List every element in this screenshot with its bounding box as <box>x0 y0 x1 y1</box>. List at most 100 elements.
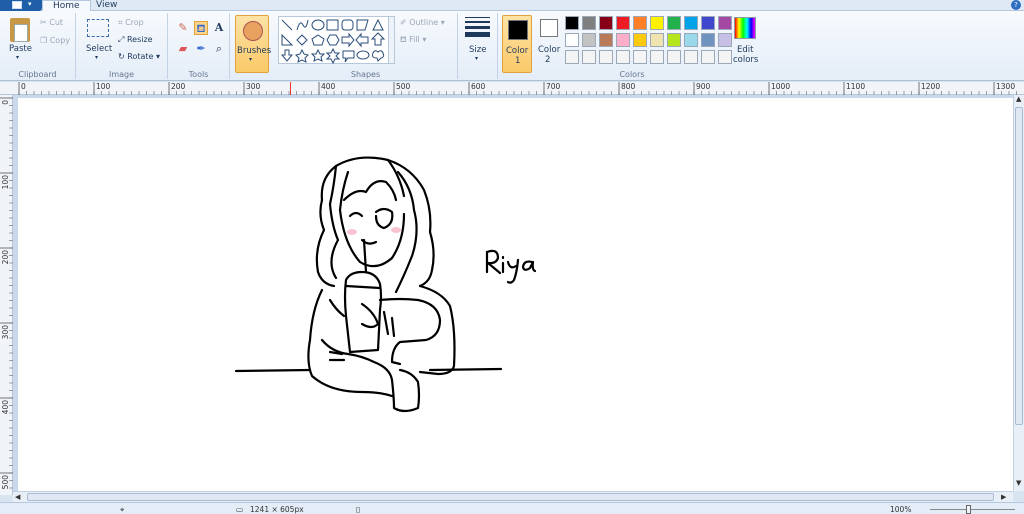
rotate-label: Rotate <box>127 52 154 61</box>
cup-lid-line <box>344 284 382 290</box>
rectangle-shape-icon[interactable] <box>326 19 339 31</box>
ruler-tick-label: 200 <box>171 82 186 91</box>
brushes-button[interactable]: Brushes ▾ <box>235 15 271 73</box>
cup-hand-lines <box>382 310 396 338</box>
cut-label: Cut <box>49 18 64 27</box>
ruler-tick-label: 0 <box>21 82 26 91</box>
diamond-shape-icon[interactable] <box>296 34 308 46</box>
status-bar: ⌖ ▭ 1241 × 605px ▯ 100% <box>0 502 1024 514</box>
left-arrow-shape-icon[interactable] <box>355 32 369 48</box>
blush-right <box>391 227 401 233</box>
callout-rect-shape-icon[interactable] <box>342 50 355 63</box>
ruler-tick-label: 1200 <box>921 82 941 91</box>
tab-view[interactable]: View <box>86 0 127 11</box>
down-arrow-shape-icon[interactable] <box>280 49 294 62</box>
letter-y <box>506 258 520 284</box>
canvas-size-icon: ▭ <box>236 505 244 514</box>
straw <box>362 238 368 274</box>
curve-shape-icon[interactable] <box>296 19 309 31</box>
fill-bucket-icon[interactable]: ⛾ <box>194 21 208 35</box>
rounded-rectangle-shape-icon[interactable] <box>341 19 354 31</box>
right-triangle-shape-icon[interactable] <box>281 33 294 46</box>
edit-colors-label-1: Edit <box>737 45 754 55</box>
resize-button[interactable]: ⤢ Resize <box>118 35 153 45</box>
star-four-point-shape-icon[interactable] <box>295 48 309 63</box>
right-arrow-shape-icon[interactable] <box>341 32 355 48</box>
horizontal-scroll-thumb[interactable] <box>27 493 994 501</box>
image-group-label: Image <box>108 70 135 79</box>
paste-label: Paste <box>9 44 32 54</box>
cup <box>343 270 383 354</box>
chevron-down-icon: ▾ <box>249 56 253 63</box>
rotate-icon: ↻ <box>118 52 125 61</box>
ruler-tick-label: 500 <box>396 82 411 91</box>
hexagon-shape-icon[interactable] <box>326 34 340 46</box>
up-arrow-shape-icon[interactable] <box>370 32 386 46</box>
file-size-icon: ▯ <box>356 505 361 514</box>
copy-button[interactable]: ❐ Copy <box>40 36 70 45</box>
oval-shape-icon[interactable] <box>311 19 325 31</box>
drawing <box>234 156 537 413</box>
file-menu-button[interactable]: ▾ <box>0 0 42 11</box>
cut-button[interactable]: ✂ Cut <box>40 18 63 27</box>
magnifier-icon[interactable]: ⌕ <box>212 42 226 56</box>
clipboard-group: Paste ▾ ✂ Cut ❐ Copy Clipboard <box>0 13 76 79</box>
star-five-point-shape-icon[interactable] <box>310 48 326 62</box>
callout-cloud-shape-icon[interactable] <box>372 50 385 62</box>
cursor-position-icon: ⌖ <box>120 505 125 514</box>
pencil-icon[interactable]: ✎ <box>176 21 190 35</box>
collar-line <box>328 298 346 318</box>
help-icon[interactable]: ? <box>1011 0 1021 10</box>
fill-icon: ⛾ <box>400 35 407 44</box>
crop-label: Crop <box>125 18 144 27</box>
scroll-down-icon[interactable]: ▼ <box>1016 479 1021 487</box>
shapes-gallery <box>278 16 390 65</box>
letter-R <box>485 249 502 275</box>
sleeve-folds <box>328 350 346 362</box>
vertical-scrollbar[interactable]: ▲ ▼ <box>1013 95 1024 491</box>
clipboard-icon <box>10 18 30 42</box>
outline-button[interactable]: ✐ Outline ▾ <box>400 18 445 27</box>
zoom-slider-thumb[interactable] <box>966 505 971 514</box>
shapes-group-label: Shapes <box>350 70 381 79</box>
line-shape-icon[interactable] <box>281 19 293 31</box>
canvas-workspace[interactable]: Riya <box>13 95 1013 491</box>
color-picker-icon[interactable]: ✒ <box>194 42 208 56</box>
text-tool-icon[interactable]: A <box>212 21 226 35</box>
scroll-up-icon[interactable]: ▲ <box>1016 95 1021 103</box>
ruler-tick-label: 100 <box>96 82 111 91</box>
colors-group-label: Colors <box>619 70 645 79</box>
left-eye <box>348 211 364 218</box>
paint-window: ▾ Home View ? Paste ▾ ✂ Cut ❐ Copy Clipb… <box>0 0 1024 514</box>
zoom-slider[interactable] <box>930 509 1015 510</box>
pentagon-shape-icon[interactable] <box>311 34 325 46</box>
triangle-shape-icon[interactable] <box>372 18 384 31</box>
table-line-left <box>234 368 312 373</box>
resize-label: Resize <box>126 35 153 44</box>
right-arm <box>378 297 442 366</box>
shapes-gallery-scroll[interactable] <box>388 16 395 64</box>
scroll-left-icon[interactable]: ◀ <box>15 493 20 501</box>
polygon-shape-icon[interactable] <box>356 19 369 31</box>
copy-icon: ❐ <box>40 36 48 45</box>
eraser-icon[interactable]: ▰ <box>176 42 190 56</box>
outline-label: Outline <box>409 18 439 27</box>
vertical-scroll-thumb[interactable] <box>1015 107 1023 425</box>
callout-oval-shape-icon[interactable] <box>356 50 370 60</box>
outline-icon: ✐ <box>400 18 407 27</box>
fill-button[interactable]: ⛾ Fill ▾ <box>400 35 426 45</box>
drawing-canvas[interactable]: Riya <box>18 98 1013 491</box>
brush-icon <box>243 21 263 41</box>
edit-colors-button[interactable] <box>734 17 756 39</box>
ruler-tick-label: 600 <box>471 82 486 91</box>
scroll-right-icon[interactable]: ▶ <box>1001 493 1006 501</box>
ribbon: Paste ▾ ✂ Cut ❐ Copy Clipboard Select ▾ … <box>0 11 1024 81</box>
ruler-tick-label: 1000 <box>771 82 791 91</box>
ruler-tick-label: 1300 <box>996 82 1016 91</box>
ruler-tick-label: 900 <box>696 82 711 91</box>
crop-button[interactable]: ⌗ Crop <box>118 18 144 28</box>
rotate-button[interactable]: ↻ Rotate ▾ <box>118 52 160 61</box>
horizontal-scrollbar[interactable]: ◀ ▶ <box>13 491 1013 502</box>
select-label: Select <box>86 44 113 54</box>
star-six-point-shape-icon[interactable] <box>325 47 341 65</box>
